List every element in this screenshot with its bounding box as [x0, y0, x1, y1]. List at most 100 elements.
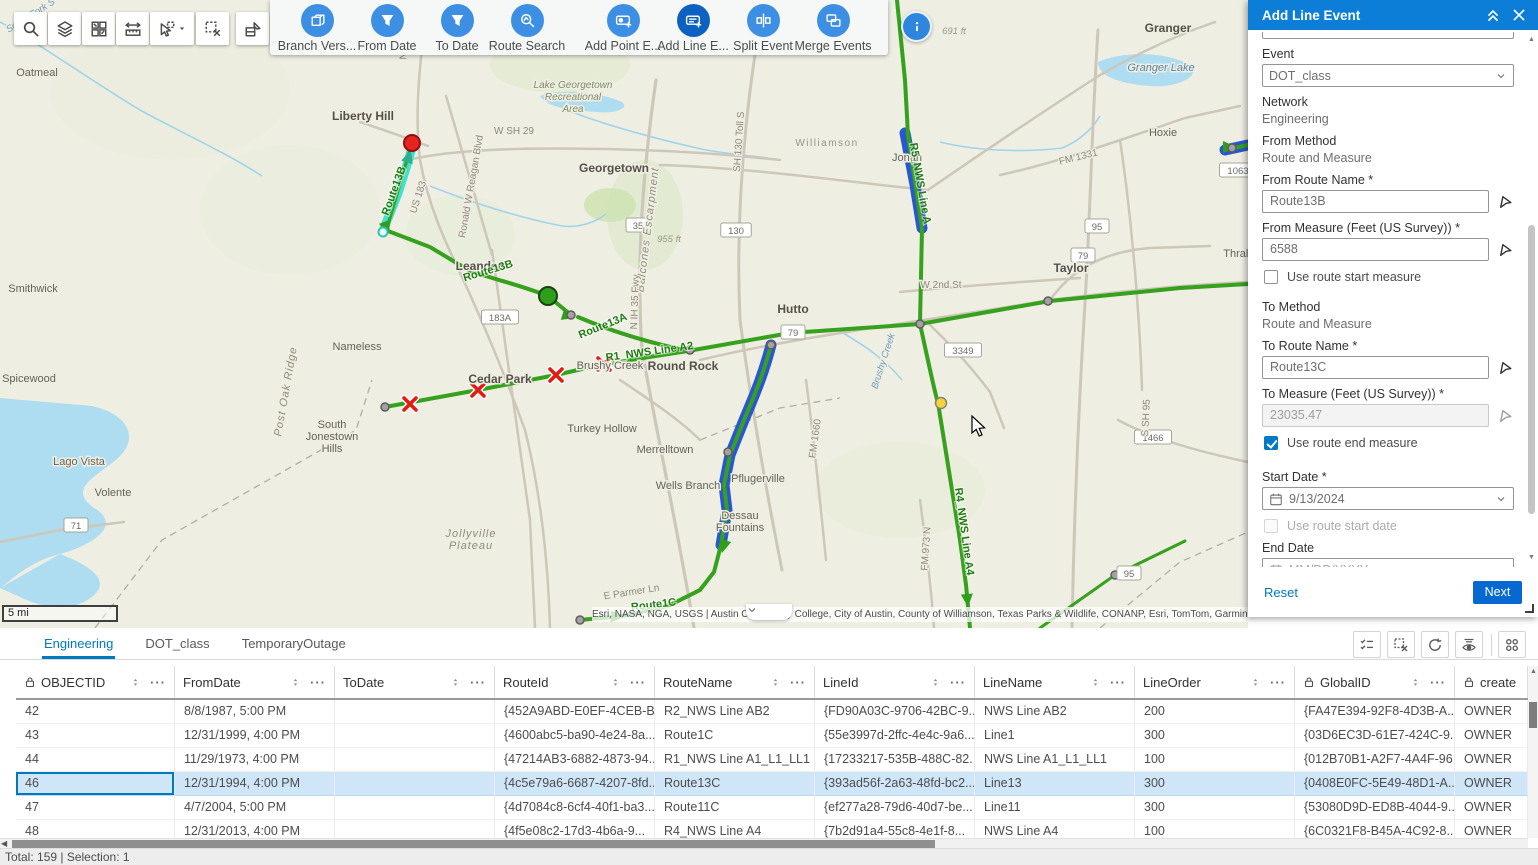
table-cell[interactable]: Route13C: [655, 772, 815, 796]
table-cell[interactable]: {ef277a28-79d6-40d7-be...: [815, 796, 975, 820]
table-cell[interactable]: [335, 748, 495, 772]
layers-button[interactable]: [48, 12, 81, 45]
column-header-FromDate[interactable]: FromDate···: [175, 666, 335, 698]
table-row[interactable]: 4411/29/1973, 4:00 PM {47214AB3-6882-4873…: [16, 748, 1528, 772]
next-button[interactable]: Next: [1473, 581, 1522, 604]
from-measure-input[interactable]: 6588: [1262, 238, 1489, 261]
column-menu-icon[interactable]: ···: [310, 675, 326, 690]
show-selection-button[interactable]: [1353, 631, 1381, 658]
pick-on-map-icon[interactable]: [1497, 359, 1514, 376]
table-cell[interactable]: OWNER: [1455, 748, 1528, 772]
table-cell[interactable]: [335, 796, 495, 820]
table-cell[interactable]: NWS Line A1_L1_LL1: [975, 748, 1135, 772]
table-cell[interactable]: 300: [1135, 724, 1295, 748]
split-event-button[interactable]: Split Event: [728, 4, 798, 53]
table-cell[interactable]: {393ad56f-2a63-48fd-bc2...: [815, 772, 975, 796]
table-cell[interactable]: R1_NWS Line A1_L1_LL1: [655, 748, 815, 772]
use-route-start-date-checkbox[interactable]: [1264, 519, 1278, 533]
table-cell[interactable]: 100: [1135, 820, 1295, 838]
table-cell[interactable]: 8/8/1987, 5:00 PM: [175, 700, 335, 724]
column-header-ToDate[interactable]: ToDate···: [335, 666, 495, 698]
table-cell[interactable]: 43: [16, 724, 175, 748]
column-menu-icon[interactable]: ···: [630, 675, 646, 690]
column-menu-icon[interactable]: ···: [1430, 675, 1446, 690]
add-point-event-button[interactable]: Add Point E...: [588, 4, 658, 53]
table-cell[interactable]: 11/29/1973, 4:00 PM: [175, 748, 335, 772]
table-cell[interactable]: {4f5e08c2-17d3-4b6a-9...: [495, 820, 655, 838]
table-cell[interactable]: {03D6EC3D-61E7-424C-9...: [1295, 724, 1455, 748]
attribution-collapse-button[interactable]: [746, 604, 792, 620]
table-cell[interactable]: Route11C: [655, 796, 815, 820]
panel-scrollbar[interactable]: ▲ ▼: [1527, 36, 1536, 561]
table-cell[interactable]: 42: [16, 700, 175, 724]
column-header-LineOrder[interactable]: LineOrder···: [1135, 666, 1295, 698]
table-cell[interactable]: 300: [1135, 796, 1295, 820]
actions-button[interactable]: [1498, 631, 1526, 658]
table-cell[interactable]: 100: [1135, 748, 1295, 772]
to-route-name-input[interactable]: Route13C: [1262, 356, 1489, 379]
table-cell[interactable]: {17233217-535B-488C-82...: [815, 748, 975, 772]
table-cell[interactable]: OWNER: [1455, 700, 1528, 724]
table-cell[interactable]: 12/31/1999, 4:00 PM: [175, 724, 335, 748]
from-route-name-input[interactable]: Route13B: [1262, 190, 1489, 213]
table-cell[interactable]: {4c5e79a6-6687-4207-8fd...: [495, 772, 655, 796]
table-vertical-scrollbar[interactable]: ▲: [1528, 666, 1538, 838]
close-icon[interactable]: [1510, 6, 1528, 24]
table-cell[interactable]: [335, 820, 495, 838]
use-route-end-measure-checkbox[interactable]: [1264, 436, 1278, 450]
table-cell[interactable]: {0408E0FC-5E49-48D1-A...: [1295, 772, 1455, 796]
table-cell[interactable]: 46: [16, 772, 175, 796]
reset-button[interactable]: Reset: [1264, 585, 1298, 600]
panel-resize-handle[interactable]: [1525, 604, 1534, 613]
search-button[interactable]: [14, 12, 47, 45]
table-cell[interactable]: {47214AB3-6882-4873-94...: [495, 748, 655, 772]
table-cell[interactable]: OWNER: [1455, 772, 1528, 796]
table-cell[interactable]: OWNER: [1455, 796, 1528, 820]
table-row[interactable]: 428/8/1987, 5:00 PM{452A9ABD-E0EF-4CEB-B…: [16, 700, 1528, 724]
edit-tool-button[interactable]: [236, 12, 269, 45]
tab-temporaryoutage[interactable]: TemporaryOutage: [240, 630, 348, 659]
select-button[interactable]: [150, 12, 194, 45]
table-cell[interactable]: 44: [16, 748, 175, 772]
column-menu-icon[interactable]: ···: [950, 675, 966, 690]
map-canvas[interactable]: 183A130357979959533491466711063 OatmealL…: [0, 0, 1248, 628]
table-cell[interactable]: [335, 724, 495, 748]
table-cell[interactable]: {53080D9D-ED8B-4044-9...: [1295, 796, 1455, 820]
clear-selection-button[interactable]: [1387, 631, 1415, 658]
column-menu-icon[interactable]: ···: [1110, 675, 1126, 690]
info-button[interactable]: [901, 11, 932, 42]
table-cell[interactable]: {4d7084c8-6cf4-40f1-ba3...: [495, 796, 655, 820]
measure-button[interactable]: [116, 12, 149, 45]
table-cell[interactable]: NWS Line AB2: [975, 700, 1135, 724]
route-search-button[interactable]: Route Search: [492, 4, 562, 53]
to-measure-input[interactable]: 23035.47: [1262, 404, 1489, 427]
column-header-LineId[interactable]: LineId···: [815, 666, 975, 698]
start-date-input[interactable]: 9/13/2024: [1262, 487, 1514, 510]
column-header-GlobalID[interactable]: GlobalID···: [1295, 666, 1455, 698]
table-row[interactable]: 4312/31/1999, 4:00 PM{4600abc5-ba90-4e24…: [16, 724, 1528, 748]
column-header-RouteName[interactable]: RouteName···: [655, 666, 815, 698]
branch-version-button[interactable]: Branch Vers...: [282, 4, 352, 53]
clear-selection-button[interactable]: [196, 12, 229, 45]
refresh-button[interactable]: [1421, 631, 1449, 658]
column-menu-icon[interactable]: ···: [790, 675, 806, 690]
table-cell[interactable]: {FD90A03C-9706-42BC-9...: [815, 700, 975, 724]
table-cell[interactable]: Line11: [975, 796, 1135, 820]
event-select[interactable]: DOT_class: [1262, 64, 1514, 87]
table-cell[interactable]: {6C0321F8-B45A-4C92-8...: [1295, 820, 1455, 838]
table-cell[interactable]: [335, 772, 495, 796]
filter-button[interactable]: From Date: [352, 4, 422, 53]
table-cell[interactable]: {7b2d91a4-55c8-4e1f-8...: [815, 820, 975, 838]
column-menu-icon[interactable]: ···: [1270, 675, 1286, 690]
column-header-OBJECTID[interactable]: OBJECTID···: [16, 666, 175, 698]
table-cell[interactable]: 200: [1135, 700, 1295, 724]
pick-on-map-icon[interactable]: [1497, 193, 1514, 210]
table-cell[interactable]: 47: [16, 796, 175, 820]
tab-dot_class[interactable]: DOT_class: [143, 630, 211, 659]
table-row[interactable]: 4812/31/2013, 4:00 PM{4f5e08c2-17d3-4b6a…: [16, 820, 1528, 838]
column-header-RouteId[interactable]: RouteId···: [495, 666, 655, 698]
merge-events-button[interactable]: Merge Events: [798, 4, 868, 53]
pick-on-map-icon[interactable]: [1497, 241, 1514, 258]
collapse-icon[interactable]: [1484, 6, 1502, 24]
table-cell[interactable]: {FA47E394-92F8-4D3B-A...: [1295, 700, 1455, 724]
